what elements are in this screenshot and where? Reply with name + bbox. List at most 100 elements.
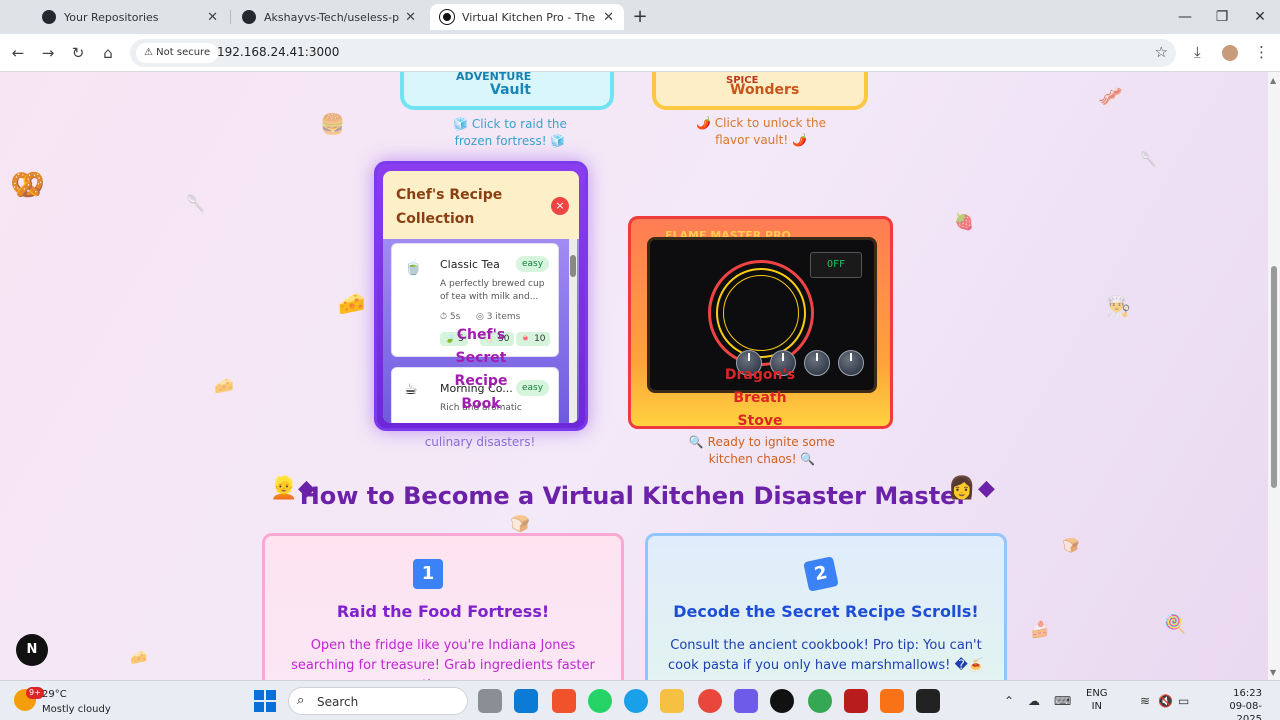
taskbar-search[interactable]: ⌕ Search — [288, 687, 468, 715]
url-text[interactable]: 192.168.24.41:3000 — [217, 45, 339, 59]
battery-icon[interactable]: ▭ — [1178, 694, 1189, 708]
vscode-icon[interactable] — [514, 689, 538, 713]
page-scrollbar[interactable]: ▲ ▼ — [1268, 72, 1280, 680]
step-card-1: 1 Raid the Food Fortress! Open the fridg… — [262, 533, 624, 680]
vlc-icon[interactable] — [880, 689, 904, 713]
cake-icon: 🍰 — [1030, 620, 1050, 639]
recipe-items: ◎ 3 items — [476, 312, 521, 322]
recipe-book-label: Chef's Secret Recipe Book — [444, 324, 518, 416]
step-title: Raid the Food Fortress! — [336, 602, 550, 621]
search-icon: ⌕ — [297, 693, 305, 708]
keyboard-icon[interactable]: ⌨ — [1054, 694, 1071, 708]
chrome-icon[interactable] — [698, 689, 722, 713]
scrollbar-thumb[interactable] — [570, 255, 576, 277]
recipe-tag: 🍬 10 — [516, 332, 550, 346]
browser-toolbar: ← → ↻ ⌂ ⚠ Not secure 192.168.24.41:3000 … — [0, 34, 1280, 72]
system-tray: ⌃ ☁ ⌨ ENG IN ≋ 🔇 ▭ 16:23 09-08-2025 — [990, 681, 1280, 720]
bookmark-star-icon[interactable]: ☆ — [1155, 43, 1168, 61]
maximize-icon[interactable]: ❐ — [1207, 6, 1237, 28]
bacon-icon: 🥓 — [1098, 84, 1123, 108]
chrome-profile-icon[interactable] — [808, 689, 832, 713]
spice-caption: 🌶️ Click to unlock the flavor vault! 🌶️ — [686, 115, 836, 149]
file-explorer-icon[interactable] — [660, 689, 684, 713]
address-bar[interactable]: ⚠ Not secure 192.168.24.41:3000 ☆ — [130, 39, 1176, 67]
stove-power-button[interactable]: OFF — [810, 252, 862, 278]
volume-icon[interactable]: 🔇 — [1158, 694, 1173, 708]
start-button[interactable] — [254, 690, 276, 712]
burner[interactable] — [708, 260, 814, 366]
copilot-icon[interactable] — [734, 689, 758, 713]
lollipop-icon: 🍭 — [1164, 614, 1187, 635]
close-tab-icon[interactable]: ✕ — [603, 10, 614, 25]
close-recipes-button[interactable]: × — [551, 197, 569, 215]
scrollbar-thumb[interactable] — [1271, 266, 1277, 488]
language-indicator[interactable]: ENG IN — [1086, 687, 1108, 713]
recipe-list-scrollbar[interactable] — [569, 239, 577, 423]
fridge-caption-line: frozen fortress! 🧊 — [454, 134, 566, 148]
pretzel-icon: 🥨 — [10, 168, 45, 201]
app-icon[interactable] — [770, 689, 794, 713]
back-icon[interactable]: ← — [7, 42, 29, 64]
stove-caption-line: 🔍 Ready to ignite some — [688, 435, 836, 449]
close-tab-icon[interactable]: ✕ — [405, 10, 416, 25]
label-line: Chef's — [456, 327, 506, 343]
stove-caption: 🔍 Ready to ignite some kitchen chaos! 🔍 — [682, 434, 842, 468]
whatsapp-icon[interactable] — [588, 689, 612, 713]
scroll-down-icon[interactable]: ▼ — [1270, 668, 1276, 677]
fridge-title: Vault — [490, 82, 531, 98]
app-icon-2[interactable] — [844, 689, 868, 713]
minimize-icon[interactable]: — — [1170, 6, 1200, 28]
forward-icon[interactable]: → — [37, 42, 59, 64]
onedrive-icon[interactable]: ☁ — [1028, 694, 1040, 708]
food-vault-fridge[interactable]: ADVENTURE Vault — [400, 72, 614, 110]
step-body: Consult the ancient cookbook! Pro tip: Y… — [668, 638, 984, 673]
menu-icon[interactable]: ⋮ — [1254, 43, 1269, 61]
tab-your-repositories[interactable]: Your Repositories ✕ — [32, 4, 228, 30]
spice-bunker-cabinet[interactable]: SPICE Wonders — [652, 72, 868, 110]
security-label: Not secure — [156, 47, 211, 58]
home-icon[interactable]: ⌂ — [97, 42, 119, 64]
fridge-caption-line: 🧊 Click to raid the — [453, 117, 567, 131]
spoon-icon-2: 🥄 — [1140, 152, 1158, 168]
weather-widget[interactable]: 9+ 29°C Mostly cloudy — [14, 685, 134, 717]
wifi-icon[interactable]: ≋ — [1140, 694, 1150, 708]
nextjs-dev-badge[interactable]: N — [16, 634, 48, 666]
label-line: Dragon's — [724, 367, 796, 383]
bread-icon-2: 🍞 — [1062, 538, 1080, 554]
step-number-badge: 1 — [413, 559, 443, 589]
new-tab-button[interactable]: + — [628, 6, 652, 28]
terminal-icon[interactable] — [916, 689, 940, 713]
download-icon[interactable]: ⤓ — [1194, 43, 1201, 61]
scroll-up-icon[interactable]: ▲ — [1270, 76, 1276, 85]
system-clock[interactable]: 16:23 09-08-2025 — [1212, 687, 1262, 720]
chef-icon: 👨‍🍳 — [1106, 294, 1131, 318]
language-region: IN — [1091, 701, 1102, 712]
stove-knob[interactable] — [838, 350, 864, 376]
strawberry-icon: 🍓 — [954, 212, 974, 231]
clock-date: 09-08-2025 — [1229, 701, 1262, 720]
tab-virtual-kitchen[interactable]: Virtual Kitchen Pro - The Most U ✕ — [430, 4, 624, 30]
tab-divider — [230, 10, 231, 24]
difficulty-badge: easy — [516, 380, 550, 396]
spoon-icon: 🥄 — [186, 194, 206, 213]
stove-label: Dragon's Breath Stove — [700, 364, 820, 433]
tab-title: Akshayvs-Tech/useless-project- — [264, 10, 400, 24]
edge-icon[interactable] — [624, 689, 648, 713]
spice-title: Wonders — [730, 82, 800, 98]
close-window-icon[interactable]: ✕ — [1245, 6, 1275, 28]
security-indicator[interactable]: ⚠ Not secure — [136, 43, 219, 63]
profile-avatar[interactable] — [1222, 45, 1238, 61]
clock-time: 16:23 — [1233, 688, 1262, 699]
reload-icon[interactable]: ↻ — [67, 42, 89, 64]
tab-github-project[interactable]: Akshayvs-Tech/useless-project- ✕ — [232, 4, 426, 30]
step-body: Open the fridge like you're Indiana Jone… — [291, 638, 595, 680]
step-card-2: 2 Decode the Secret Recipe Scrolls! Cons… — [645, 533, 1007, 680]
task-view-icon[interactable] — [478, 689, 502, 713]
brave-icon[interactable] — [552, 689, 576, 713]
chevron-up-icon[interactable]: ⌃ — [1004, 694, 1014, 708]
label-line: Stove — [737, 413, 783, 429]
recipe-description: A perfectly brewed cup of tea with milk … — [440, 279, 545, 302]
close-tab-icon[interactable]: ✕ — [207, 10, 218, 25]
recipe-name: Classic Tea — [440, 258, 500, 271]
search-placeholder: Search — [317, 695, 359, 709]
